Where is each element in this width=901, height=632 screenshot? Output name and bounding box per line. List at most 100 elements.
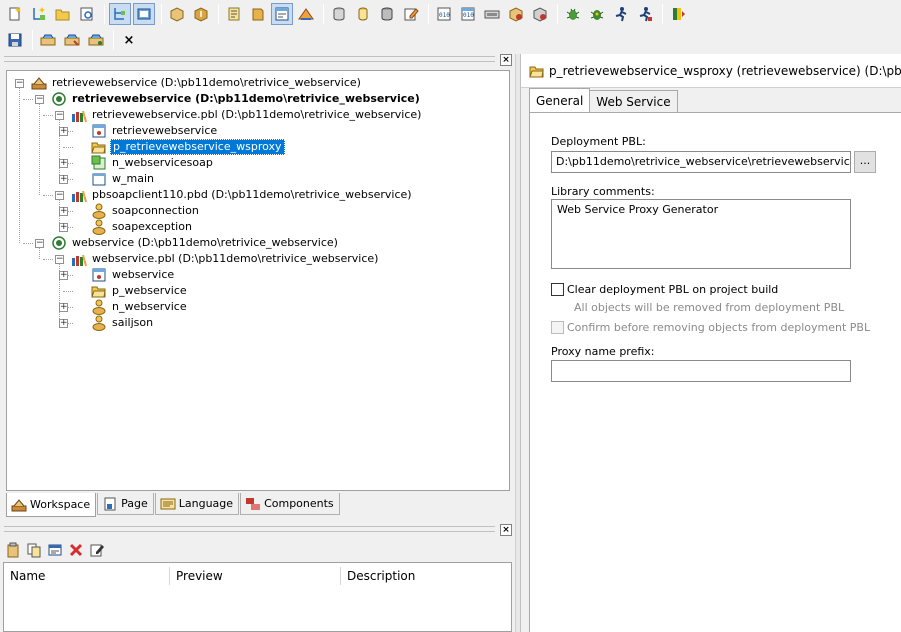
tree-item[interactable]: webservice (D:\pb11demo\retrivice_webser…: [51, 235, 340, 251]
tab-language[interactable]: Language: [154, 493, 240, 515]
inherit-button[interactable]: [28, 3, 50, 25]
library-icon: [72, 190, 87, 203]
build-icon: [170, 7, 184, 22]
output-pane-titlebar[interactable]: ×: [0, 524, 515, 536]
tree-item[interactable]: webservice.pbl (D:\pb11demo\retrivice_we…: [71, 251, 380, 267]
script-button[interactable]: [223, 3, 245, 25]
tree-expand-toggle[interactable]: +: [59, 319, 68, 328]
tree-item[interactable]: w_main: [91, 171, 156, 187]
tree-item[interactable]: sailjson: [91, 315, 155, 331]
exit-button[interactable]: [667, 3, 689, 25]
runner-button[interactable]: [610, 3, 632, 25]
tree-expand-toggle[interactable]: +: [59, 159, 68, 168]
tree-item[interactable]: soapexception: [91, 219, 194, 235]
build-project-button[interactable]: [37, 29, 59, 51]
open-button[interactable]: [52, 3, 74, 25]
db-painter-button[interactable]: [352, 3, 374, 25]
column-header-name[interactable]: Name: [4, 567, 169, 585]
tree-item[interactable]: p_webservice: [91, 283, 189, 299]
clear-pbl-label[interactable]: Clear deployment PBL on project build: [567, 283, 778, 296]
column-header-description[interactable]: Description: [341, 567, 511, 585]
clear-pbl-checkbox[interactable]: [551, 283, 564, 296]
bug-button[interactable]: [562, 3, 584, 25]
tab-components[interactable]: Components: [240, 493, 340, 515]
paste-button[interactable]: [3, 540, 23, 560]
system-tree-button[interactable]: [109, 3, 131, 25]
profile-button[interactable]: [529, 3, 551, 25]
column-header-preview[interactable]: Preview: [170, 567, 340, 585]
runner2-button[interactable]: [634, 3, 656, 25]
tree-item[interactable]: soapconnection: [91, 203, 201, 219]
tab-web-service[interactable]: Web Service: [589, 90, 678, 112]
tree-collapse-toggle[interactable]: −: [55, 111, 64, 120]
build-button[interactable]: [166, 3, 188, 25]
properties-list-button[interactable]: [45, 540, 65, 560]
browser-button[interactable]: [271, 3, 293, 25]
tree-expand-toggle[interactable]: +: [59, 175, 68, 184]
output-close-button[interactable]: ×: [500, 524, 512, 536]
deployment-pbl-field[interactable]: D:\pb11demo\retrivice_webservice\retriev…: [551, 151, 851, 173]
tree-item[interactable]: retrievewebservice (D:\pb11demo\retrivic…: [31, 75, 363, 91]
tree-item[interactable]: retrievewebservice: [91, 123, 219, 139]
tree-expand-toggle[interactable]: +: [59, 303, 68, 312]
user-object-icon: [91, 155, 106, 170]
tree-expand-toggle[interactable]: +: [59, 127, 68, 136]
tree-item-label: webservice: [112, 268, 175, 281]
full-build-button[interactable]: [295, 3, 317, 25]
binary2-button[interactable]: 010: [457, 3, 479, 25]
tree-collapse-toggle[interactable]: −: [15, 79, 24, 88]
workspace-pane-titlebar[interactable]: ×: [0, 54, 515, 66]
tree-expand-toggle[interactable]: +: [59, 207, 68, 216]
delete-button[interactable]: [66, 540, 86, 560]
tree-item[interactable]: n_webservice: [91, 299, 189, 315]
run-project-button[interactable]: [85, 29, 107, 51]
tree-collapse-toggle[interactable]: −: [55, 255, 64, 264]
project-icon: [91, 286, 106, 298]
tree-item[interactable]: n_webservicesoap: [91, 155, 215, 171]
tab-page[interactable]: Page: [97, 493, 154, 515]
proxy-prefix-input[interactable]: [551, 360, 851, 382]
preview-button[interactable]: [76, 3, 98, 25]
tab-workspace[interactable]: Workspace: [6, 493, 97, 517]
tree-expand-toggle[interactable]: +: [59, 271, 68, 280]
edit-list-button[interactable]: [87, 540, 107, 560]
new-button[interactable]: [4, 3, 26, 25]
library-comments-textarea[interactable]: Web Service Proxy Generator: [551, 199, 851, 269]
run-button[interactable]: [481, 3, 503, 25]
system-tree[interactable]: − retrievewebservice (D:\pb11demo\retrivi…: [6, 70, 510, 491]
new-icon: [9, 7, 21, 21]
close-painter-button[interactable]: ×: [118, 29, 140, 51]
tree-collapse-toggle[interactable]: −: [35, 95, 44, 104]
tree-expand-toggle[interactable]: +: [59, 223, 68, 232]
tree-guide: [59, 115, 60, 179]
browse-button[interactable]: ...: [854, 151, 876, 173]
debug-button[interactable]: [505, 3, 527, 25]
edit-button[interactable]: [400, 3, 422, 25]
deploy-button[interactable]: [190, 3, 212, 25]
tab-general[interactable]: General: [529, 88, 591, 112]
tree-collapse-toggle[interactable]: −: [55, 191, 64, 200]
database-button[interactable]: [328, 3, 350, 25]
tree-item-label: p_webservice: [112, 284, 187, 297]
window-icon: [92, 173, 106, 186]
runner-icon: [615, 7, 627, 22]
tree-item[interactable]: p_retrievewebservice_wsproxy: [91, 139, 285, 155]
tree-item[interactable]: retrievewebservice (D:\pb11demo\retrivic…: [51, 91, 422, 107]
copy-button[interactable]: [24, 540, 44, 560]
workspace-tab-icon: [11, 498, 27, 511]
tree-guide: [63, 291, 73, 292]
binary-button[interactable]: 010: [433, 3, 455, 25]
tree-item[interactable]: pbsoapclient110.pbd (D:\pb11demo\retrivi…: [71, 187, 414, 203]
pipe-button[interactable]: [376, 3, 398, 25]
workspace-close-button[interactable]: ×: [500, 54, 512, 66]
output-list[interactable]: Name Preview Description: [3, 562, 512, 632]
save-button[interactable]: [4, 29, 26, 51]
open-icon: [55, 9, 70, 21]
bug2-button[interactable]: [586, 3, 608, 25]
deploy-project-button[interactable]: [61, 29, 83, 51]
properties-button[interactable]: [247, 3, 269, 25]
tree-collapse-toggle[interactable]: −: [35, 239, 44, 248]
tree-item[interactable]: webservice: [91, 267, 176, 283]
library-painter-button[interactable]: [133, 3, 155, 25]
tree-item[interactable]: retrievewebservice.pbl (D:\pb11demo\retr…: [71, 107, 423, 123]
